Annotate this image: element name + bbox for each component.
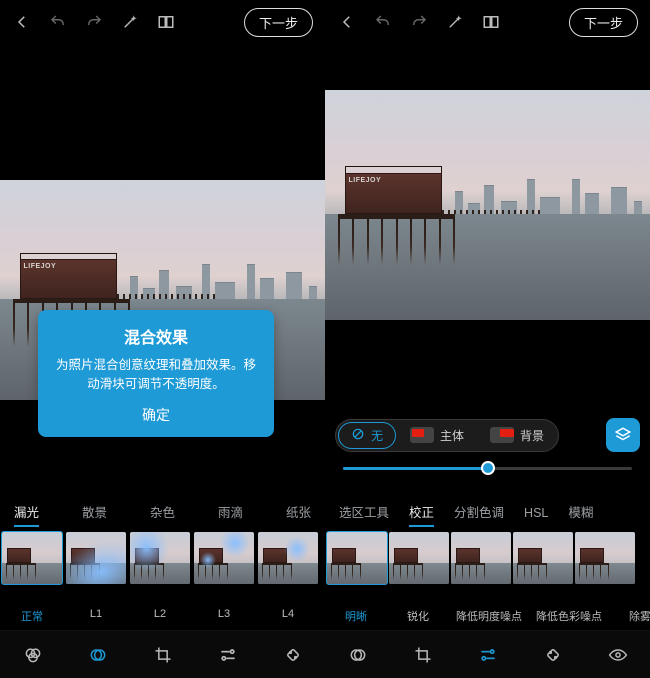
effect-thumb-label: L1 (64, 608, 128, 630)
mask-subject-label: 主体 (440, 427, 464, 444)
adjust-thumb-label: 明晰 (325, 608, 387, 630)
category-tab[interactable]: 散景 (72, 496, 117, 530)
photo-sign-text: LIFEJOY (24, 263, 57, 270)
mask-segmented-control: 无 主体 背景 (335, 419, 559, 452)
adjust-icon[interactable] (218, 645, 238, 665)
mask-background-label: 背景 (520, 427, 544, 444)
photo-sign-text: LIFEJOY (349, 177, 382, 184)
bottom-toolbar (325, 630, 650, 678)
category-tab[interactable]: 分割色调 (444, 496, 514, 530)
wand-icon[interactable] (439, 6, 471, 38)
photo-preview[interactable]: LIFEJOY 混合效果 为照片混合创意纹理和叠加效果。移动滑块可调节不透明度。… (0, 44, 325, 496)
layers-button[interactable] (606, 418, 640, 452)
intensity-slider[interactable] (343, 458, 632, 478)
blend-icon[interactable] (88, 645, 108, 665)
wand-icon[interactable] (114, 6, 146, 38)
adjust-category-tabs: 选区工具校正分割色调HSL模糊 (325, 496, 650, 530)
effect-thumb[interactable] (258, 532, 318, 584)
effect-thumb[interactable] (194, 532, 254, 584)
adjust-icon[interactable] (478, 645, 498, 665)
next-button[interactable]: 下一步 (569, 8, 638, 37)
undo-icon[interactable] (42, 6, 74, 38)
photo-preview[interactable]: LIFEJOY (325, 44, 650, 396)
hint-ok-button[interactable]: 确定 (52, 405, 260, 425)
mask-none-label: 无 (371, 427, 383, 444)
next-button[interactable]: 下一步 (244, 8, 313, 37)
subject-thumb-icon (410, 427, 434, 443)
category-tab[interactable]: 选区工具 (329, 496, 399, 530)
effect-category-tabs: 漏光散景杂色雨滴纸张 (0, 496, 325, 530)
none-icon (351, 427, 365, 444)
adjust-thumb-label: 除雾 (609, 608, 650, 630)
right-pane: 下一步 LIFEJOY (325, 0, 650, 678)
adjust-thumb[interactable] (575, 532, 635, 584)
mask-controls: 无 主体 背景 (325, 396, 650, 496)
effect-thumb[interactable] (130, 532, 190, 584)
slider-thumb-icon[interactable] (481, 461, 495, 475)
bottom-toolbar (0, 630, 325, 678)
compare-icon[interactable] (150, 6, 182, 38)
category-tab[interactable]: HSL (514, 496, 558, 530)
mask-none-button[interactable]: 无 (338, 422, 396, 449)
category-tab[interactable]: 纸张 (276, 496, 321, 530)
adjust-thumbnail-labels: 明晰锐化降低明度噪点降低色彩噪点除雾 (325, 608, 650, 630)
redo-icon[interactable] (403, 6, 435, 38)
hint-title: 混合效果 (52, 324, 260, 348)
crop-icon[interactable] (153, 645, 173, 665)
heal-icon[interactable] (543, 645, 563, 665)
mask-background-button[interactable]: 背景 (478, 422, 556, 449)
effect-thumb-label: L2 (128, 608, 192, 630)
category-tab[interactable]: 漏光 (4, 496, 49, 530)
adjust-thumb-label: 锐化 (387, 608, 449, 630)
category-tab[interactable]: 校正 (399, 496, 444, 530)
adjust-thumb[interactable] (389, 532, 449, 584)
top-bar: 下一步 (0, 0, 325, 44)
category-tab[interactable]: 杂色 (140, 496, 185, 530)
adjust-thumb-label: 降低明度噪点 (449, 608, 529, 630)
effect-thumb[interactable] (2, 532, 62, 584)
adjust-thumbnails (325, 530, 650, 608)
blend-icon[interactable] (348, 645, 368, 665)
top-bar: 下一步 (325, 0, 650, 44)
category-tab[interactable]: 模糊 (558, 496, 603, 530)
back-icon[interactable] (331, 6, 363, 38)
back-icon[interactable] (6, 6, 38, 38)
undo-icon[interactable] (367, 6, 399, 38)
adjust-thumb[interactable] (451, 532, 511, 584)
category-tab[interactable]: 雨滴 (208, 496, 253, 530)
mask-subject-button[interactable]: 主体 (398, 422, 476, 449)
hint-popover: 混合效果 为照片混合创意纹理和叠加效果。移动滑块可调节不透明度。 确定 (38, 310, 274, 437)
eye-icon[interactable] (608, 645, 628, 665)
redo-icon[interactable] (78, 6, 110, 38)
adjust-thumb[interactable] (327, 532, 387, 584)
heal-icon[interactable] (283, 645, 303, 665)
effect-thumbnails (0, 530, 325, 608)
crop-icon[interactable] (413, 645, 433, 665)
background-thumb-icon (490, 427, 514, 443)
effect-thumb-label: L3 (192, 608, 256, 630)
effect-thumb-label: 正常 (0, 608, 64, 630)
filter-icon[interactable] (23, 645, 43, 665)
hint-body: 为照片混合创意纹理和叠加效果。移动滑块可调节不透明度。 (52, 356, 260, 395)
left-pane: 下一步 LIFEJOY 混合效果 为照片混合创意 (0, 0, 325, 678)
effect-thumb[interactable] (66, 532, 126, 584)
effect-thumbnail-labels: 正常L1L2L3L4 (0, 608, 325, 630)
compare-icon[interactable] (475, 6, 507, 38)
adjust-thumb[interactable] (513, 532, 573, 584)
effect-thumb-label: L4 (256, 608, 320, 630)
adjust-thumb-label: 降低色彩噪点 (529, 608, 609, 630)
